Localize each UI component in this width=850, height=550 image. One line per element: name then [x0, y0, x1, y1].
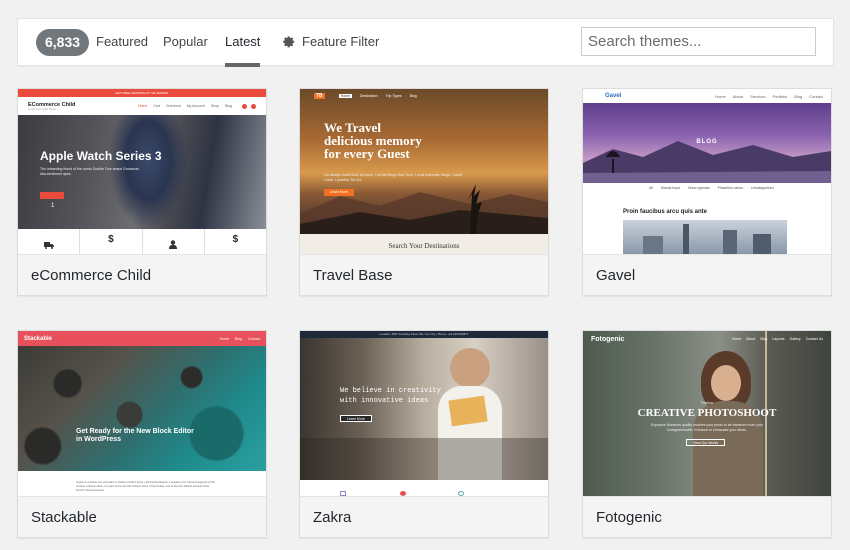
theme-screenshot[interactable]: Location: 4567 Kentucky Street 3R, Your … [300, 331, 548, 496]
feature-filter-button[interactable]: Feature Filter [283, 33, 379, 51]
theme-card-travel-base[interactable]: TB Home Destination Trip Types Blog We T… [299, 88, 549, 296]
theme-card-gavel[interactable]: Gavel Home About Services Portfolio Blog… [582, 88, 832, 296]
theme-filter-bar: 6,833 Featured Popular Latest Feature Fi… [17, 18, 834, 67]
theme-name[interactable]: Zakra [300, 496, 548, 537]
theme-card-stackable[interactable]: Stackable Home Blog Contact Get Ready fo… [17, 330, 267, 538]
theme-screenshot[interactable]: Stackable Home Blog Contact Get Ready fo… [18, 331, 266, 496]
search-themes-input[interactable] [581, 27, 816, 56]
tab-featured[interactable]: Featured [96, 33, 148, 51]
theme-card-fotogenic[interactable]: Fotogenic Home About Blog Layouts Galler… [582, 330, 832, 538]
theme-screenshot[interactable]: GET FREE SHIPPING IN THE BASKET ECommerc… [18, 89, 266, 254]
tab-popular[interactable]: Popular [163, 33, 208, 51]
theme-count-badge: 6,833 [36, 29, 90, 56]
hero-image [18, 346, 266, 471]
theme-name[interactable]: Fotogenic [583, 496, 831, 537]
user-icon [143, 229, 205, 254]
tab-latest[interactable]: Latest [225, 33, 261, 67]
dollar-icon: $ [80, 229, 143, 254]
feature-filter-label: Feature Filter [302, 34, 380, 49]
city-image [623, 220, 787, 254]
theme-screenshot[interactable]: TB Home Destination Trip Types Blog We T… [300, 89, 548, 254]
theme-name[interactable]: Travel Base [300, 254, 548, 295]
hero-image [300, 338, 548, 480]
theme-name[interactable]: eCommerce Child [18, 254, 266, 295]
theme-name[interactable]: Gavel [583, 254, 831, 295]
truck-icon [18, 229, 81, 254]
theme-screenshot[interactable]: Fotogenic Home About Blog Layouts Galler… [583, 331, 831, 496]
theme-name[interactable]: Stackable [18, 496, 266, 537]
dollar-icon: $ [232, 234, 239, 245]
theme-card-zakra[interactable]: Location: 4567 Kentucky Street 3R, Your … [299, 330, 549, 538]
mountains-graphic [583, 141, 831, 183]
theme-screenshot[interactable]: Gavel Home About Services Portfolio Blog… [583, 89, 831, 254]
theme-card-ecommerce-child[interactable]: GET FREE SHIPPING IN THE BASKET ECommerc… [17, 88, 267, 296]
gear-icon [283, 35, 295, 47]
mountains-graphic [300, 184, 548, 234]
